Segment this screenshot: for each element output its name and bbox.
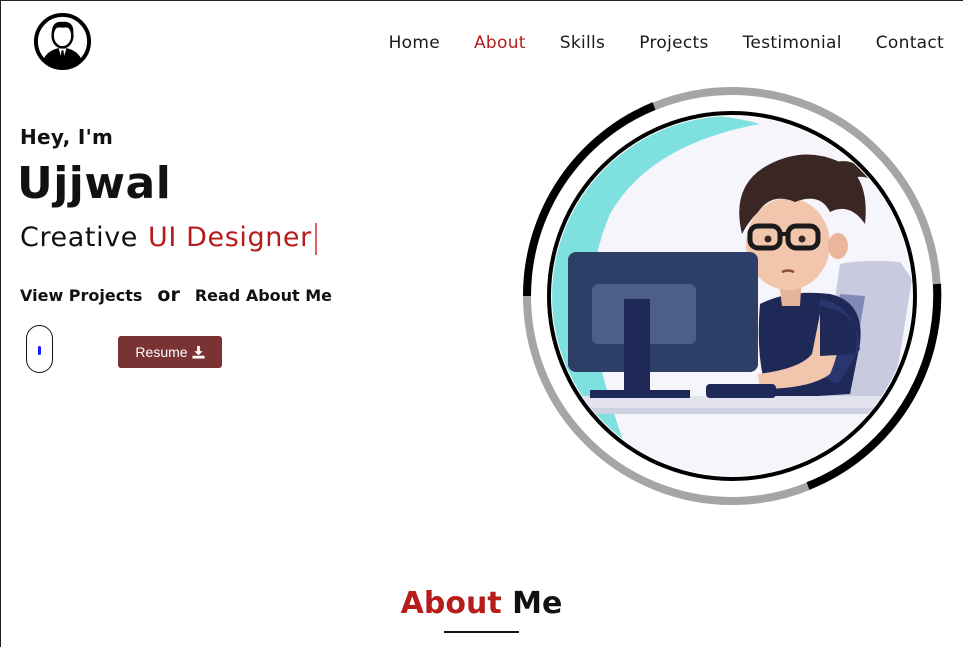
nav-home[interactable]: Home — [389, 33, 440, 53]
developer-illustration — [522, 87, 942, 505]
or-text: or — [157, 284, 180, 306]
about-title-rest: Me — [512, 586, 563, 621]
nav-testimonial[interactable]: Testimonial — [743, 33, 842, 53]
about-title-highlight: About — [400, 586, 502, 621]
main-nav: Home About Skills Projects Testimonial C… — [355, 33, 944, 53]
user-avatar-icon[interactable] — [33, 12, 92, 71]
about-divider — [444, 631, 519, 633]
nav-about[interactable]: About — [474, 33, 526, 53]
read-about-link[interactable]: Read About Me — [195, 286, 332, 305]
view-projects-link[interactable]: View Projects — [20, 286, 142, 305]
nav-contact[interactable]: Contact — [876, 33, 944, 53]
about-title: About Me — [0, 586, 963, 621]
typing-cursor — [314, 222, 317, 255]
hero-links: View Projects or Read About Me — [20, 284, 332, 306]
nav-projects[interactable]: Projects — [639, 33, 708, 53]
resume-label: Resume — [135, 344, 188, 360]
hero-name: Ujjwal — [17, 158, 172, 209]
scroll-wheel — [38, 346, 41, 355]
hero-greeting: Hey, I'm — [20, 125, 114, 149]
mouse-scroll-icon[interactable] — [26, 325, 53, 373]
resume-button[interactable]: Resume — [118, 336, 222, 368]
nav-skills[interactable]: Skills — [560, 33, 605, 53]
role-typed: UI Designer — [148, 222, 312, 253]
hero-role: Creative UI Designer — [20, 222, 317, 255]
download-icon — [192, 345, 205, 359]
role-prefix: Creative — [20, 222, 138, 253]
